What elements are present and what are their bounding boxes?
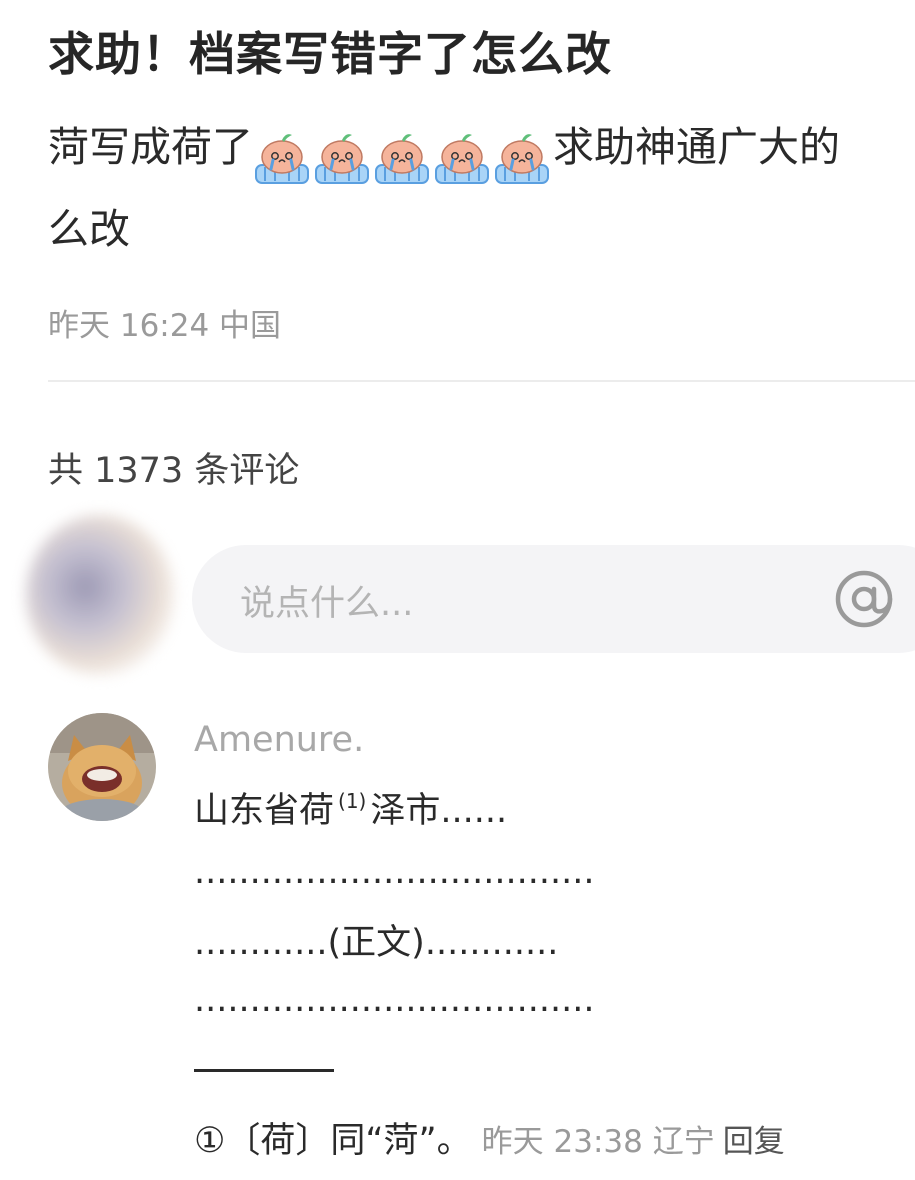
post-body-line-2: 么改 (48, 205, 130, 253)
comment-meta: 昨天 23:38 辽宁 回复 (482, 1124, 785, 1160)
crying-peach-emoji (435, 134, 489, 184)
comment-count: 共 1373 条评论 (48, 451, 300, 491)
comment-line-3: ............(正文)............ (194, 923, 559, 963)
comment-footnote-line: ①〔荷〕同“菏”。 昨天 23:38 辽宁 回复 (194, 1112, 785, 1163)
commenter-avatar[interactable] (48, 713, 156, 821)
comment-line-2: .................................... (194, 852, 595, 892)
crying-peach-emoji (495, 134, 549, 184)
cat-avatar-image (48, 713, 156, 821)
comment-line-1: 山东省荷 (1) 泽市...... (194, 782, 507, 833)
comment-text-b: 泽市...... (370, 791, 508, 831)
comment-time: 昨天 23:38 (481, 1124, 643, 1160)
post-detail-page: 求助！档案写错字了怎么改 菏写成荷了 求助神通广大的 么改 昨天 16:24 中国… (0, 0, 915, 1180)
divider (48, 380, 915, 382)
crying-peach-emoji (315, 134, 369, 184)
at-icon[interactable] (832, 567, 896, 631)
post-body-line-1: 菏写成荷了 求助神通广大的 (48, 110, 915, 192)
post-meta: 昨天 16:24 中国 (48, 308, 282, 344)
post-body-text-2: 求助神通广大的 (553, 123, 840, 171)
post-body-text-1: 菏写成荷了 (48, 123, 253, 171)
comment-line-4: .................................... (194, 980, 595, 1020)
crying-peach-emoji (375, 134, 429, 184)
emoji-row (253, 118, 553, 192)
footnote-rule (194, 1069, 334, 1072)
comment-input[interactable]: 说点什么... (192, 545, 915, 653)
comment-text-a: 山东省荷 (194, 791, 335, 831)
reply-button[interactable]: 回复 (723, 1124, 785, 1160)
comment-footnote: ①〔荷〕同“菏”。 (194, 1121, 472, 1161)
post-body: 菏写成荷了 求助神通广大的 么改 (48, 110, 915, 266)
crying-peach-emoji (255, 134, 309, 184)
commenter-name[interactable]: Amenure. (194, 720, 364, 760)
footnote-marker: (1) (338, 789, 367, 813)
comment-input-placeholder[interactable]: 说点什么... (240, 575, 413, 626)
post-title: 求助！档案写错字了怎么改 (48, 27, 612, 81)
comment-location: 辽宁 (652, 1124, 715, 1160)
my-avatar[interactable] (26, 515, 174, 675)
